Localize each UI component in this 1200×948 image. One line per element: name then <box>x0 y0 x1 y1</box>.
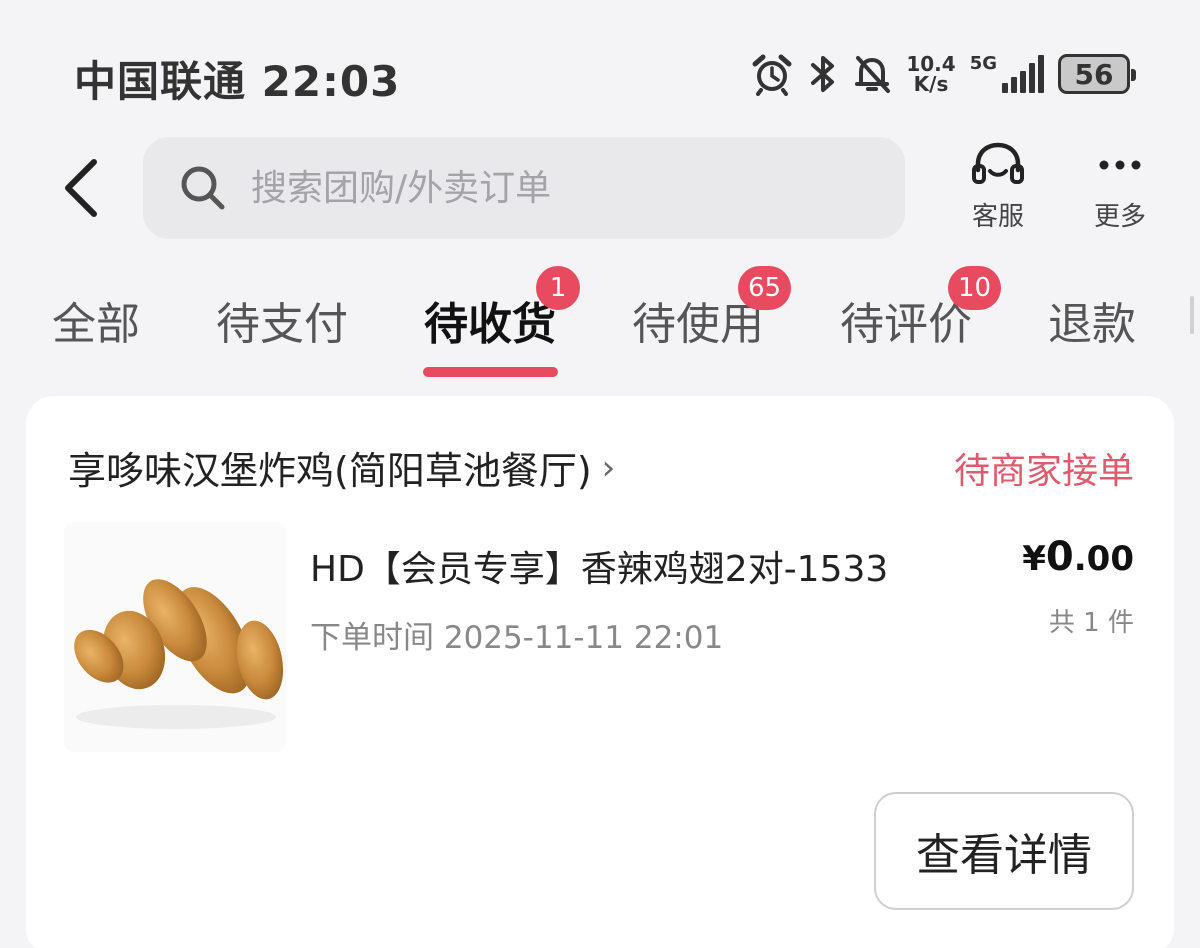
alarm-icon <box>750 52 794 96</box>
product-thumbnail[interactable] <box>64 522 286 752</box>
count-badge: 1 <box>536 266 580 310</box>
tab-label: 全部 <box>52 299 140 350</box>
tab-label: 退款 <box>1048 299 1136 350</box>
product-title[interactable]: HD【会员专享】香辣鸡翅2对-1533 <box>310 540 888 592</box>
shop-name: 享哆味汉堡炸鸡(简阳草池餐厅) <box>68 449 592 493</box>
chevron-left-icon <box>65 159 97 217</box>
chicken-wings-image <box>74 579 284 729</box>
net-speed-value: 10.4 <box>906 52 956 76</box>
more-button[interactable]: 更多 <box>1070 140 1170 233</box>
back-button[interactable] <box>56 156 116 220</box>
tab-label: 待支付 <box>216 299 348 350</box>
search-box[interactable] <box>143 137 905 239</box>
customer-service-button[interactable]: 客服 <box>948 140 1048 233</box>
tab-pending-delivery[interactable]: 待收货 1 <box>424 266 580 352</box>
price-integer: 0 <box>1045 534 1074 580</box>
tab-pending-use[interactable]: 待使用 65 <box>632 266 792 352</box>
price-decimal: .00 <box>1073 539 1134 579</box>
carrier-time: 中国联通 22:03 <box>74 57 401 106</box>
net-speed-unit: K/s <box>913 72 949 96</box>
bluetooth-icon <box>808 53 838 95</box>
chevron-right-icon: › <box>601 447 616 488</box>
item-count: 共 1 件 <box>1048 608 1134 638</box>
tab-label: 待使用 <box>632 299 764 350</box>
count-badge: 10 <box>948 266 1002 310</box>
tab-label: 待评价 <box>840 299 972 350</box>
order-price: ¥0.00 <box>1022 534 1134 580</box>
more-label: 更多 <box>1093 202 1146 232</box>
network-type: 5G <box>969 53 997 74</box>
order-tabs: 全部 待支付 待收货 1 待使用 65 待评价 10 退款 <box>0 266 1200 380</box>
count-badge: 65 <box>738 266 792 310</box>
headset-icon <box>972 142 1024 184</box>
order-time: 下单时间 2025-11-11 22:01 <box>310 620 724 656</box>
net-speed: 10.4 K/s <box>906 54 955 94</box>
tab-label: 待收货 <box>424 299 556 350</box>
tab-refund[interactable]: 退款 <box>1048 288 1136 352</box>
order-card[interactable]: 享哆味汉堡炸鸡(简阳草池餐厅) › 待商家接单 HD【会员专享】香辣鸡翅2对-1… <box>26 396 1174 948</box>
mute-icon <box>852 53 892 95</box>
order-status: 待商家接单 <box>953 451 1134 492</box>
customer-service-label: 客服 <box>971 202 1024 232</box>
search-input[interactable] <box>251 167 851 209</box>
tab-pending-review[interactable]: 待评价 10 <box>840 266 1002 352</box>
tab-pending-payment[interactable]: 待支付 <box>216 288 348 352</box>
tab-scroll-indicator <box>1190 296 1194 334</box>
active-tab-indicator <box>423 367 558 377</box>
more-dots-icon <box>1099 160 1141 170</box>
status-icons: 10.4 K/s 5G 56 <box>750 48 1136 100</box>
tab-all[interactable]: 全部 <box>52 288 140 352</box>
battery-icon: 56 <box>1058 54 1136 94</box>
price-symbol: ¥ <box>1022 539 1046 579</box>
view-details-button[interactable]: 查看详情 <box>874 792 1134 910</box>
search-icon <box>181 166 225 210</box>
status-bar: 中国联通 22:03 10.4 K/s 5G 56 <box>0 0 1200 140</box>
shop-name-link[interactable]: 享哆味汉堡炸鸡(简阳草池餐厅) › <box>68 440 615 495</box>
signal-icon: 5G <box>970 55 1044 93</box>
